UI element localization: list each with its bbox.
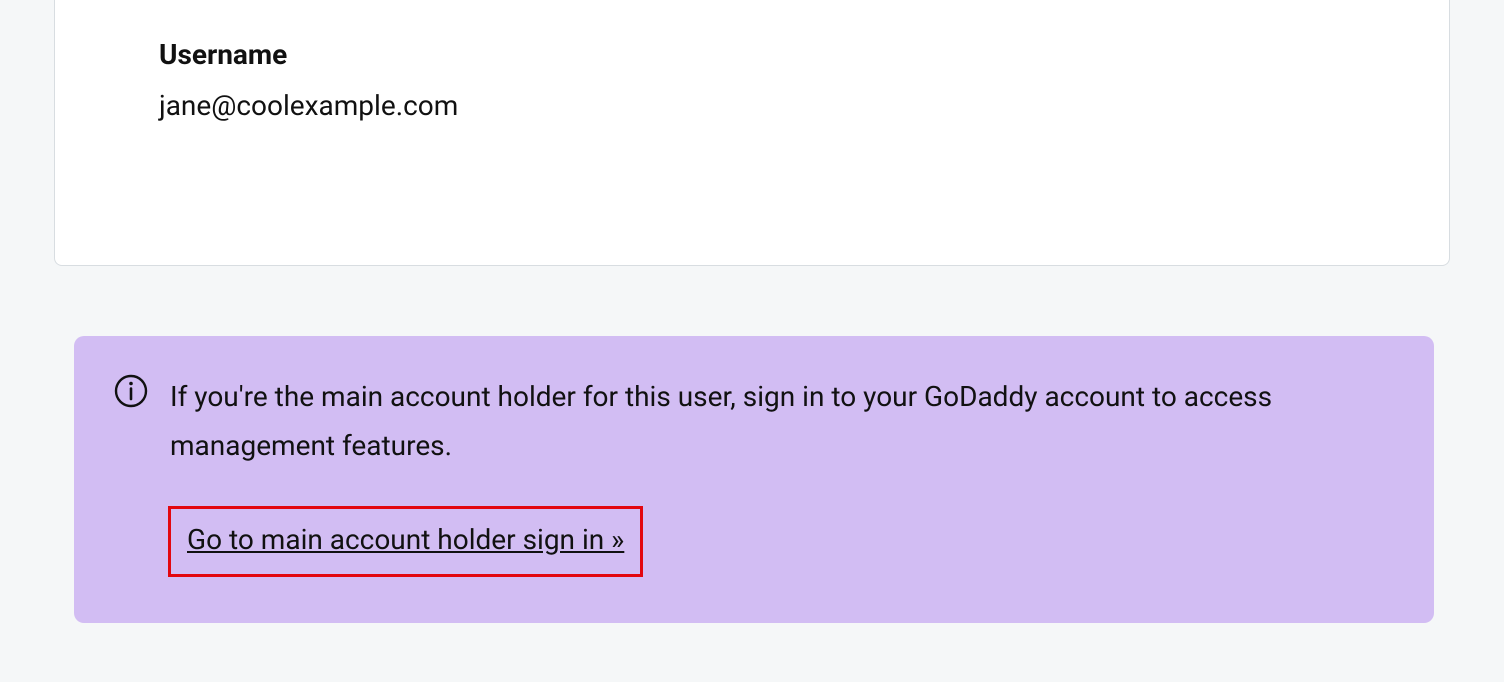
account-holder-notice: If you're the main account holder for th… [74,336,1434,623]
notice-row: If you're the main account holder for th… [114,372,1394,470]
user-info-card: Username jane@coolexample.com [54,0,1450,266]
username-value: jane@coolexample.com [159,89,1449,122]
card-content: Username jane@coolexample.com [55,0,1449,122]
main-account-signin-link[interactable]: Go to main account holder sign in » [187,523,624,556]
signin-link-highlight: Go to main account holder sign in » [168,506,643,577]
notice-message: If you're the main account holder for th… [170,372,1394,470]
username-label: Username [159,38,1449,71]
info-icon [114,374,148,408]
